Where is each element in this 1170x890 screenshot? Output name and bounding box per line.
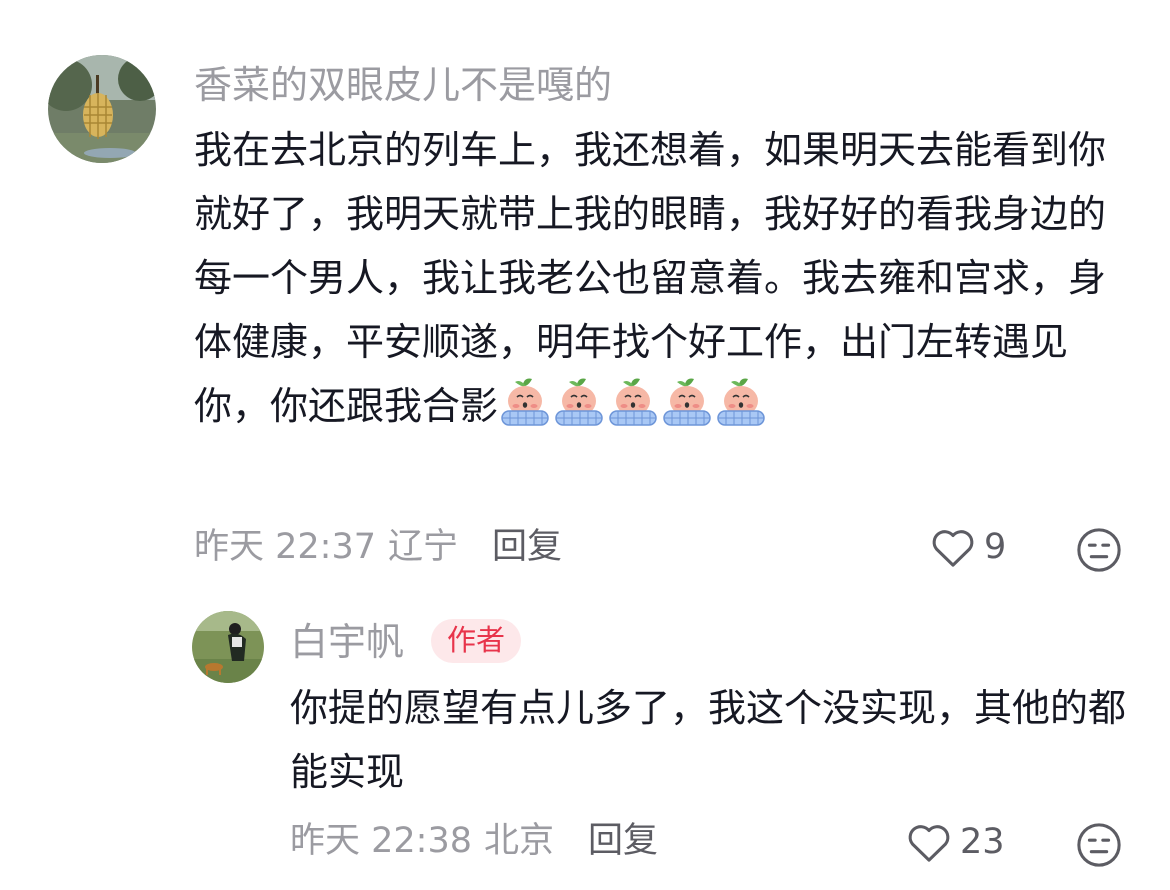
- reply-dislike-button[interactable]: [1076, 822, 1122, 872]
- meh-face-icon: [1077, 528, 1121, 572]
- author-username[interactable]: 白宇帆: [290, 623, 404, 661]
- reply-text: 你提的愿望有点儿多了，我这个没实现，其他的都能实现: [290, 686, 1127, 794]
- emoji-group: [498, 378, 768, 428]
- comment-meta: 昨天 22:37 辽宁 回复: [194, 530, 562, 565]
- reply-meta: 昨天 22:38 北京 回复: [290, 824, 658, 859]
- author-avatar[interactable]: [192, 611, 264, 683]
- reply-location: 北京: [484, 821, 555, 861]
- crying-peach-sticker-icon: [714, 375, 768, 429]
- crying-peach-sticker-icon: [606, 375, 660, 429]
- heart-icon: [932, 530, 974, 567]
- commenter-username[interactable]: 香菜的双眼皮儿不是嘎的: [194, 66, 612, 104]
- crying-peach-sticker-icon: [552, 375, 606, 429]
- comment-text: 我在去北京的列车上，我还想着，如果明天去能看到你就好了，我明天就带上我的眼睛，我…: [194, 118, 1124, 438]
- commenter-avatar[interactable]: [48, 55, 156, 163]
- dislike-button[interactable]: [1076, 527, 1122, 577]
- crying-peach-sticker-icon: [498, 375, 552, 429]
- heart-icon: [908, 825, 950, 862]
- meh-face-icon: [1077, 823, 1121, 867]
- reply-time: 昨天 22:38: [290, 821, 472, 861]
- comment-location: 辽宁: [388, 527, 459, 567]
- like-button[interactable]: 9: [930, 526, 1006, 568]
- reply-like-count: 23: [960, 821, 1005, 862]
- reply-button[interactable]: 回复: [492, 527, 562, 567]
- comment-time: 昨天 22:37: [194, 527, 376, 567]
- reply-reply-button[interactable]: 回复: [588, 821, 658, 861]
- crying-peach-sticker-icon: [660, 375, 714, 429]
- author-badge: 作者: [431, 619, 522, 663]
- like-count: 9: [984, 526, 1007, 567]
- reply-like-button[interactable]: 23: [906, 821, 1005, 863]
